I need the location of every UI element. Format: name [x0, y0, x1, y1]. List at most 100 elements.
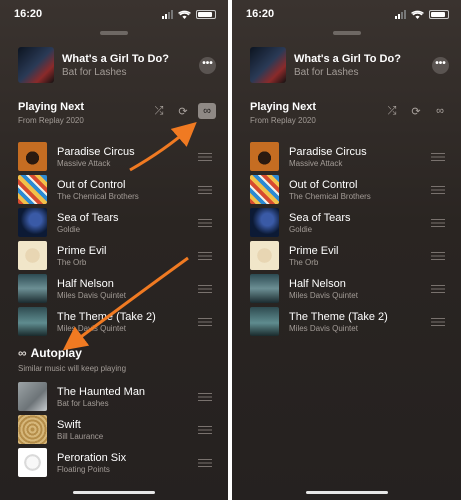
queue-row[interactable]: Paradise Circus Massive Attack — [250, 142, 449, 172]
reorder-handle-icon[interactable] — [431, 153, 445, 161]
reorder-handle-icon[interactable] — [431, 186, 445, 194]
more-button[interactable]: ••• — [199, 57, 216, 74]
track-artist: The Chemical Brothers — [57, 192, 139, 201]
album-artwork — [250, 208, 279, 237]
reorder-handle-icon[interactable] — [431, 252, 445, 260]
album-artwork — [250, 241, 279, 270]
reorder-handle-icon[interactable] — [198, 186, 212, 194]
queue-row[interactable]: Paradise Circus Massive Attack — [18, 142, 216, 172]
track-artist: Goldie — [57, 225, 81, 234]
autoplay-infinity-button[interactable]: ∞ — [198, 103, 216, 119]
album-artwork — [18, 142, 47, 171]
reorder-handle-icon[interactable] — [431, 219, 445, 227]
reorder-handle-icon[interactable] — [198, 426, 212, 434]
status-icons — [162, 10, 216, 19]
album-artwork — [250, 307, 279, 336]
track-artist: Massive Attack — [289, 159, 343, 168]
queue-row[interactable]: Half Nelson Miles Davis Quintet — [250, 274, 449, 304]
reorder-handle-icon[interactable] — [431, 285, 445, 293]
wifi-icon — [178, 10, 191, 19]
track-artist: Bat for Lashes — [57, 399, 109, 408]
track-title: Out of Control — [57, 179, 126, 191]
now-playing-artist: Bat for Lashes — [62, 67, 127, 78]
queue-row[interactable]: Out of Control The Chemical Brothers — [250, 175, 449, 205]
infinity-icon: ∞ — [18, 346, 27, 360]
now-playing[interactable]: What's a Girl To Do? Bat for Lashes ••• — [250, 47, 449, 85]
queue-row[interactable]: Sea of Tears Goldie — [18, 208, 216, 238]
reorder-handle-icon[interactable] — [198, 153, 212, 161]
queue-controls: ⤮ ⟳ ∞ — [150, 103, 216, 119]
queue-row[interactable]: Half Nelson Miles Davis Quintet — [18, 274, 216, 304]
now-playing-title: What's a Girl To Do? — [294, 53, 401, 65]
infinity-icon: ∞ — [203, 105, 211, 117]
track-title: The Theme (Take 2) — [289, 311, 388, 323]
reorder-handle-icon[interactable] — [198, 393, 212, 401]
now-playing-artwork — [18, 47, 54, 83]
autoplay-row[interactable]: The Haunted Man Bat for Lashes — [18, 382, 216, 412]
repeat-button[interactable]: ⟳ — [174, 103, 192, 119]
track-title: Swift — [57, 419, 81, 431]
queue-row[interactable]: Sea of Tears Goldie — [250, 208, 449, 238]
home-indicator[interactable] — [305, 491, 388, 494]
now-playing-artist: Bat for Lashes — [294, 67, 359, 78]
reorder-handle-icon[interactable] — [198, 318, 212, 326]
playing-next-header: Playing Next From Replay 2020 ⤮ ⟳ ∞ — [18, 101, 216, 129]
album-artwork — [250, 142, 279, 171]
queue-row[interactable]: Out of Control The Chemical Brothers — [18, 175, 216, 205]
track-title: Half Nelson — [57, 278, 114, 290]
album-artwork — [250, 274, 279, 303]
shuffle-button[interactable]: ⤮ — [383, 103, 401, 119]
track-title: Peroration Six — [57, 452, 127, 464]
ellipsis-icon: ••• — [435, 58, 446, 69]
queue-row[interactable]: The Theme (Take 2) Miles Davis Quintet — [18, 307, 216, 337]
autoplay-header: ∞ Autoplay Similar music will keep playi… — [18, 346, 216, 376]
album-artwork — [18, 307, 47, 336]
track-title: Paradise Circus — [57, 146, 135, 158]
reorder-handle-icon[interactable] — [198, 459, 212, 467]
sheet-grabber[interactable] — [332, 31, 361, 35]
queue-controls: ⤮ ⟳ ∞ — [383, 103, 449, 119]
queue-row[interactable]: Prime Evil The Orb — [250, 241, 449, 271]
status-icons — [395, 10, 449, 19]
status-bar: 16:20 — [246, 8, 449, 22]
shuffle-icon: ⤮ — [387, 104, 397, 117]
now-playing-title: What's a Girl To Do? — [62, 53, 169, 65]
more-button[interactable]: ••• — [432, 57, 449, 74]
album-artwork — [250, 175, 279, 204]
album-artwork — [18, 382, 47, 411]
track-title: Sea of Tears — [57, 212, 119, 224]
status-time: 16:20 — [14, 8, 43, 20]
track-artist: Goldie — [289, 225, 313, 234]
queue-panel-left: 16:20 What's a Girl To Do? Bat for Lashe… — [0, 0, 228, 500]
queue-row[interactable]: The Theme (Take 2) Miles Davis Quintet — [250, 307, 449, 337]
battery-icon — [429, 10, 449, 19]
autoplay-infinity-button[interactable]: ∞ — [431, 103, 449, 119]
repeat-icon: ⟳ — [411, 105, 421, 118]
album-artwork — [18, 208, 47, 237]
queue-row[interactable]: Prime Evil The Orb — [18, 241, 216, 271]
home-indicator[interactable] — [73, 491, 155, 494]
reorder-handle-icon[interactable] — [198, 285, 212, 293]
now-playing[interactable]: What's a Girl To Do? Bat for Lashes ••• — [18, 47, 216, 85]
autoplay-row[interactable]: Peroration Six Floating Points — [18, 448, 216, 478]
track-title: Half Nelson — [289, 278, 346, 290]
repeat-icon: ⟳ — [178, 105, 188, 118]
album-artwork — [18, 448, 47, 477]
autoplay-row[interactable]: Swift Bill Laurance — [18, 415, 216, 445]
reorder-handle-icon[interactable] — [198, 252, 212, 260]
battery-icon — [196, 10, 216, 19]
playing-next-header: Playing Next From Replay 2020 ⤮ ⟳ ∞ — [250, 101, 449, 129]
now-playing-artwork — [250, 47, 286, 83]
autoplay-subtitle: Similar music will keep playing — [18, 364, 127, 373]
repeat-button[interactable]: ⟳ — [407, 103, 425, 119]
reorder-handle-icon[interactable] — [198, 219, 212, 227]
track-artist: Miles Davis Quintet — [57, 324, 126, 333]
sheet-grabber[interactable] — [100, 31, 128, 35]
queue-panel-right: 16:20 What's a Girl To Do? Bat for Lashe… — [232, 0, 461, 500]
track-title: The Haunted Man — [57, 386, 146, 398]
track-title: Prime Evil — [289, 245, 339, 257]
shuffle-icon: ⤮ — [154, 104, 164, 117]
reorder-handle-icon[interactable] — [431, 318, 445, 326]
track-title: Out of Control — [289, 179, 358, 191]
shuffle-button[interactable]: ⤮ — [150, 103, 168, 119]
